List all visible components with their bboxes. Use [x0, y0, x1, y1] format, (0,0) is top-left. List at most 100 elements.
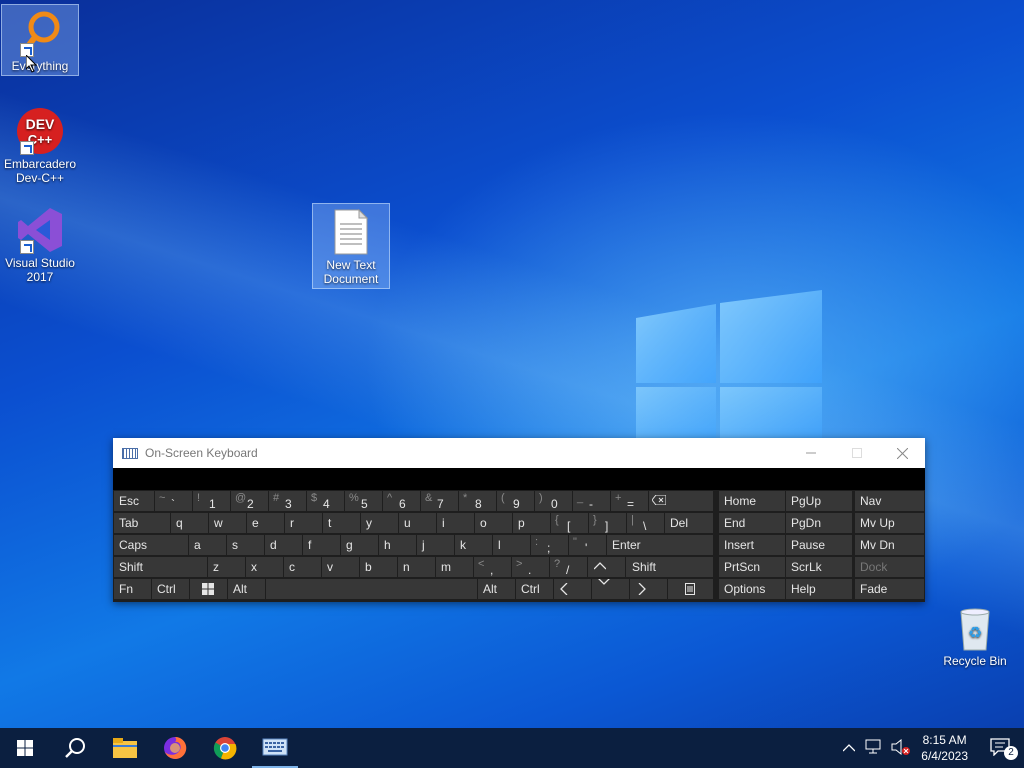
- key-home[interactable]: Home: [719, 491, 785, 511]
- show-hidden-icons-button[interactable]: [837, 741, 861, 755]
- key-o[interactable]: o: [475, 513, 512, 533]
- key-options[interactable]: Options: [719, 579, 785, 599]
- key-fade[interactable]: Fade: [855, 579, 924, 599]
- key-4[interactable]: $4: [307, 491, 344, 511]
- key-j[interactable]: j: [417, 535, 454, 555]
- key-5[interactable]: % 5: [345, 491, 382, 511]
- key-end[interactable]: End: [719, 513, 785, 533]
- key-b[interactable]: b: [360, 557, 397, 577]
- on-screen-keyboard-window[interactable]: On-Screen Keyboard Esc ~ ` ! 1 @2 #3 $4 % 5…: [113, 438, 925, 602]
- key-pgup[interactable]: PgUp: [786, 491, 852, 511]
- key-prtscn[interactable]: PrtScn: [719, 557, 785, 577]
- key-f[interactable]: f: [303, 535, 340, 555]
- desktop-icon-recycle-bin[interactable]: ♻ Recycle Bin: [937, 600, 1013, 668]
- key-mv-dn[interactable]: Mv Dn: [855, 535, 924, 555]
- key-del[interactable]: Del: [665, 513, 713, 533]
- taskbar-chrome[interactable]: [200, 728, 250, 768]
- key-dock[interactable]: Dock: [855, 557, 924, 577]
- key-scrlk[interactable]: ScrLk: [786, 557, 852, 577]
- taskbar-file-explorer[interactable]: [100, 728, 150, 768]
- key-slash[interactable]: ? /: [550, 557, 587, 577]
- key-6[interactable]: ^ 6: [383, 491, 420, 511]
- key-up-arrow[interactable]: [588, 557, 625, 577]
- key-r[interactable]: r: [285, 513, 322, 533]
- key-backslash[interactable]: | \: [627, 513, 664, 533]
- desktop-icon-dev-cpp[interactable]: DEV C++ Embarcadero Dev-C++: [2, 103, 78, 185]
- key-equals[interactable]: + =: [611, 491, 648, 511]
- network-status[interactable]: [861, 739, 887, 758]
- key-space[interactable]: [266, 579, 477, 599]
- key-s[interactable]: s: [227, 535, 264, 555]
- key-comma[interactable]: <,: [474, 557, 511, 577]
- key-v[interactable]: v: [322, 557, 359, 577]
- close-button[interactable]: [879, 438, 925, 468]
- key-right-arrow[interactable]: [630, 579, 667, 599]
- key-mv-up[interactable]: Mv Up: [855, 513, 924, 533]
- desktop-icon-visual-studio[interactable]: Visual Studio 2017: [2, 202, 78, 284]
- key-semicolon[interactable]: :;: [531, 535, 568, 555]
- key-9[interactable]: (9: [497, 491, 534, 511]
- key-pause[interactable]: Pause: [786, 535, 852, 555]
- key-i[interactable]: i: [437, 513, 474, 533]
- osk-title-bar[interactable]: On-Screen Keyboard: [113, 438, 925, 468]
- key-0[interactable]: ) 0: [535, 491, 572, 511]
- taskbar-firefox[interactable]: [150, 728, 200, 768]
- key-h[interactable]: h: [379, 535, 416, 555]
- volume-control[interactable]: [887, 738, 915, 758]
- key-enter[interactable]: Enter: [607, 535, 713, 555]
- key-fn[interactable]: Fn: [114, 579, 151, 599]
- key-nav[interactable]: Nav: [855, 491, 924, 511]
- key-1[interactable]: ! 1: [193, 491, 230, 511]
- key-left-arrow[interactable]: [554, 579, 591, 599]
- key-d[interactable]: d: [265, 535, 302, 555]
- key-x[interactable]: x: [246, 557, 283, 577]
- key-2[interactable]: @2: [231, 491, 268, 511]
- desktop-icon-everything[interactable]: Everything: [1, 4, 79, 76]
- maximize-button[interactable]: [834, 438, 880, 468]
- key-caps[interactable]: Caps: [114, 535, 188, 555]
- key-l[interactable]: l: [493, 535, 530, 555]
- key-q[interactable]: q: [171, 513, 208, 533]
- key-ctrl-left[interactable]: Ctrl: [152, 579, 189, 599]
- key-quote[interactable]: " ': [569, 535, 606, 555]
- key-esc[interactable]: Esc: [114, 491, 154, 511]
- key-alt-right[interactable]: Alt: [478, 579, 515, 599]
- key-pgdn[interactable]: PgDn: [786, 513, 852, 533]
- key-backtick[interactable]: ~ `: [155, 491, 192, 511]
- key-open-bracket[interactable]: {[: [551, 513, 588, 533]
- minimize-button[interactable]: [788, 438, 834, 468]
- key-n[interactable]: n: [398, 557, 435, 577]
- key-t[interactable]: t: [323, 513, 360, 533]
- key-u[interactable]: u: [399, 513, 436, 533]
- key-c[interactable]: c: [284, 557, 321, 577]
- key-shift-right[interactable]: Shift: [626, 557, 713, 577]
- key-a[interactable]: a: [189, 535, 226, 555]
- key-m[interactable]: m: [436, 557, 473, 577]
- key-e[interactable]: e: [247, 513, 284, 533]
- key-insert[interactable]: Insert: [719, 535, 785, 555]
- key-3[interactable]: #3: [269, 491, 306, 511]
- key-period[interactable]: >.: [512, 557, 549, 577]
- key-8[interactable]: * 8: [459, 491, 496, 511]
- key-7[interactable]: & 7: [421, 491, 458, 511]
- key-y[interactable]: y: [361, 513, 398, 533]
- key-shift-left[interactable]: Shift: [114, 557, 207, 577]
- key-down-arrow[interactable]: [592, 579, 629, 599]
- key-backspace[interactable]: [649, 491, 713, 511]
- key-minus[interactable]: _ -: [573, 491, 610, 511]
- desktop-icon-new-text-document[interactable]: New Text Document: [312, 203, 390, 289]
- key-g[interactable]: g: [341, 535, 378, 555]
- key-p[interactable]: p: [513, 513, 550, 533]
- key-z[interactable]: z: [208, 557, 245, 577]
- action-center-button[interactable]: 2: [982, 737, 1024, 760]
- key-alt-left[interactable]: Alt: [228, 579, 265, 599]
- search-button[interactable]: [50, 728, 100, 768]
- start-button[interactable]: [0, 728, 50, 768]
- key-k[interactable]: k: [455, 535, 492, 555]
- key-w[interactable]: w: [209, 513, 246, 533]
- key-menu[interactable]: [668, 579, 713, 599]
- taskbar-on-screen-keyboard[interactable]: [250, 728, 300, 768]
- key-tab[interactable]: Tab: [114, 513, 170, 533]
- key-close-bracket[interactable]: }]: [589, 513, 626, 533]
- clock[interactable]: 8:15 AM 6/4/2023: [921, 732, 968, 764]
